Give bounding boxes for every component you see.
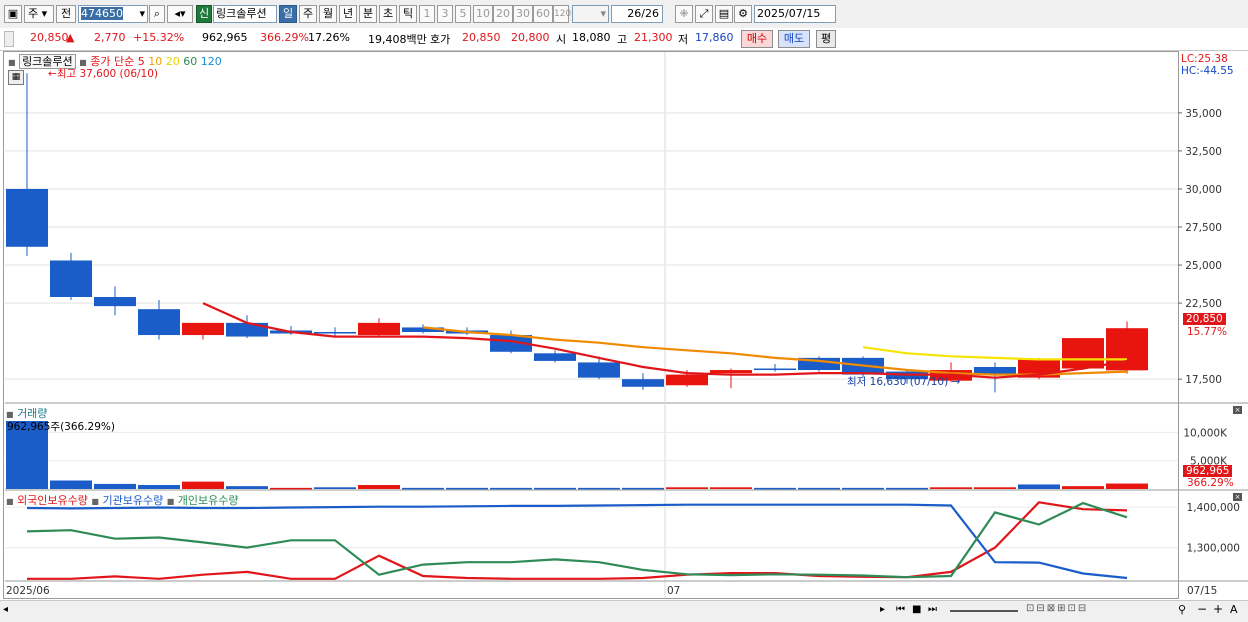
price-tick-label: 22,500 xyxy=(1185,298,1222,310)
holding-panel-header: ■ 외국인보유수량 ■ 기관보유수량 ■ 개인보유수량 xyxy=(6,492,239,508)
price-tick-label: 30,000 xyxy=(1185,184,1222,196)
hc-label: HC:-44.55 xyxy=(1181,65,1234,77)
volume-bar xyxy=(974,487,1016,489)
volume-bar xyxy=(94,483,136,489)
holding-tick-label: 1,400,000 xyxy=(1187,502,1240,514)
volume-bar xyxy=(314,487,356,489)
left-arrow-icon: ← xyxy=(48,68,57,80)
volume-bar xyxy=(622,487,664,490)
right-arrow-icon: → xyxy=(951,376,961,388)
candle-body xyxy=(710,370,752,374)
volume-tick-label: 10,000K xyxy=(1183,427,1228,439)
ma20-legend: 20 xyxy=(165,55,180,68)
volume-bar xyxy=(1062,486,1104,489)
close-icon[interactable]: × xyxy=(1233,406,1242,414)
candle-body xyxy=(50,260,92,297)
volume-bar xyxy=(226,486,268,489)
candle-body xyxy=(754,368,796,371)
volume-bar xyxy=(710,487,752,489)
minus-icon[interactable]: − xyxy=(1197,602,1207,616)
institution-holding-legend: 기관보유수량 xyxy=(102,494,164,507)
volume-bar xyxy=(446,487,488,490)
x-axis-end: 07/15 xyxy=(1187,585,1218,597)
volume-bar xyxy=(50,480,92,489)
price-tick-label: 25,000 xyxy=(1185,260,1222,272)
plus-icon[interactable]: + xyxy=(1213,602,1223,616)
candle-body xyxy=(622,379,664,387)
chart-canvas[interactable]: 35,000 32,500 30,000 27,500 25,000 22,500 17,5… xyxy=(0,0,1248,621)
volume-bar xyxy=(1018,484,1060,489)
volume-bar xyxy=(270,487,312,490)
volume-bar xyxy=(1106,483,1148,489)
individual-holding-legend: 개인보유수량 xyxy=(177,494,239,507)
volume-bar xyxy=(402,487,444,490)
stop-icon[interactable]: ■ xyxy=(912,604,921,615)
volume-bar xyxy=(490,487,532,490)
price-tick-label: 32,500 xyxy=(1185,146,1222,158)
candlestick-series xyxy=(6,73,1148,393)
holding-lines xyxy=(26,501,1128,580)
price-tick-label: 17,500 xyxy=(1185,374,1222,386)
zoom-icon[interactable]: ⚲ xyxy=(1178,603,1186,616)
panel-bullet-icon: ■ xyxy=(91,497,99,506)
scroll-left-icon[interactable]: ◂ xyxy=(3,604,8,615)
volume-bar xyxy=(930,487,972,489)
panel-bullet-icon: ■ xyxy=(8,58,16,67)
candle-body xyxy=(182,322,224,336)
volume-tag: 962,965 xyxy=(1183,465,1233,477)
volume-bars xyxy=(6,421,1148,490)
panel-bullet-icon: ■ xyxy=(6,410,14,419)
price-tick-label: 27,500 xyxy=(1185,222,1222,234)
chart-scroll-bar[interactable]: ◂ ▸ ⏮ ■ ⏭ ⊡⊟⊠⊞⊡⊟ ⚲ − + A xyxy=(0,600,1248,622)
price-tick-label: 35,000 xyxy=(1185,108,1222,120)
candle-body xyxy=(314,332,356,334)
volume-bar xyxy=(798,487,840,490)
candle-body xyxy=(94,297,136,307)
volume-current-note: 962,965주(366.29%) xyxy=(7,421,115,433)
zoom-slider[interactable] xyxy=(950,610,1018,612)
scroll-right-icon[interactable]: ▸ xyxy=(880,604,885,615)
candle-body xyxy=(534,353,576,361)
foreign-holding-legend: 외국인보유수량 xyxy=(17,494,88,507)
auto-scale-icon[interactable]: A xyxy=(1230,603,1238,616)
volume-bar xyxy=(886,487,928,490)
volume-bar xyxy=(534,487,576,490)
x-axis-mid: 07 xyxy=(667,585,681,597)
close-icon[interactable]: × xyxy=(1233,493,1242,501)
lc-label: LC:25.38 xyxy=(1181,53,1228,65)
last-pct-tag: 15.77% xyxy=(1187,326,1228,338)
min-price-note: 최저 16,630 (07/10) → xyxy=(847,374,960,389)
ma60-legend: 60 xyxy=(183,55,198,68)
candle-body xyxy=(138,309,180,336)
volume-bar xyxy=(578,487,620,490)
min-price-text: 최저 16,630 (07/10) xyxy=(847,376,949,388)
candle-body xyxy=(1062,338,1104,369)
last-price-tag: 20,850 xyxy=(1183,313,1226,325)
volume-bar xyxy=(842,487,884,490)
calendar-icon[interactable]: ▦ xyxy=(8,70,24,85)
volume-bar xyxy=(666,487,708,489)
candle-body xyxy=(578,362,620,378)
panel-bullet-icon: ■ xyxy=(6,497,14,506)
max-price-text: 최고 37,600 (06/10) xyxy=(56,68,158,80)
candle-body xyxy=(6,188,48,247)
rewind-icon[interactable]: ⏮ xyxy=(896,604,905,615)
volume-bar xyxy=(754,487,796,490)
panel-bullet-icon: ■ xyxy=(166,497,175,506)
volume-bar xyxy=(138,485,180,489)
drawing-tools-icon[interactable]: ⊡⊟⊠⊞⊡⊟ xyxy=(1026,603,1088,614)
ma120-legend: 120 xyxy=(200,55,222,68)
candle-body xyxy=(666,374,708,386)
fast-forward-icon[interactable]: ⏭ xyxy=(928,604,937,615)
holding-tick-label: 1,300,000 xyxy=(1187,543,1240,555)
x-axis-start: 2025/06 xyxy=(6,585,50,597)
candle-body xyxy=(358,322,400,336)
max-price-note: ←최고 37,600 (06/10) xyxy=(48,66,158,81)
volume-pct-tag: 366.29% xyxy=(1187,477,1234,489)
volume-bar xyxy=(358,485,400,489)
volume-bar xyxy=(182,481,224,489)
